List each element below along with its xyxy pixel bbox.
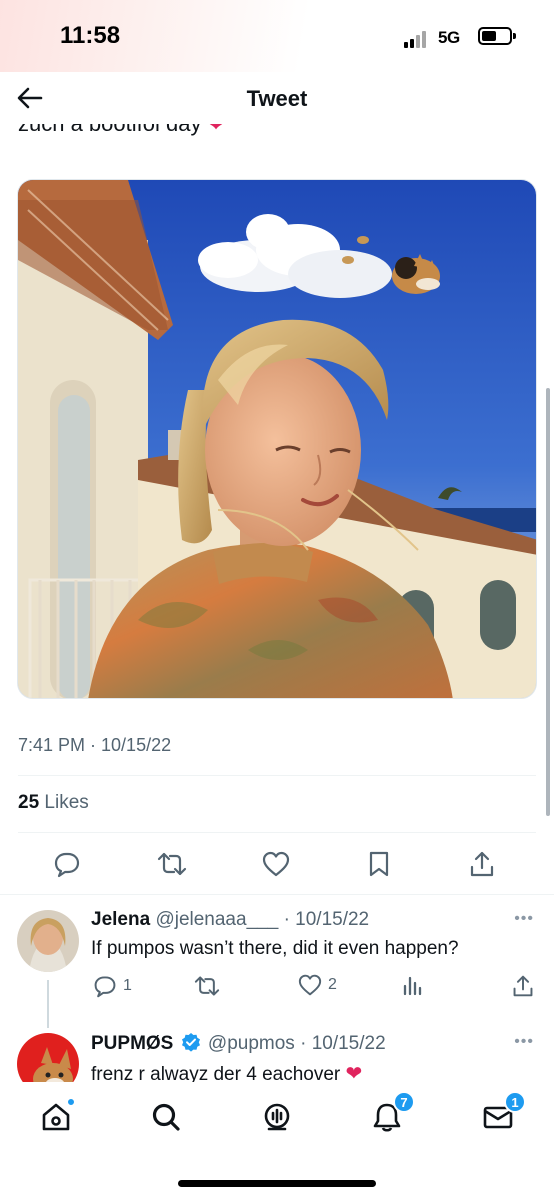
reply-author-name[interactable]: PUPMØS (91, 1033, 173, 1054)
status-time: 11:58 (60, 22, 121, 49)
tab-notifications[interactable]: 7 (367, 1091, 415, 1137)
bookmark-button[interactable] (362, 847, 396, 881)
tweet-timestamp: 7:41 PM · 10/15/22 (18, 735, 172, 755)
status-bar: 11:58 5G (0, 0, 554, 72)
scrollbar[interactable] (546, 388, 550, 816)
new-activity-dot (66, 1097, 76, 1107)
reply-button[interactable] (50, 847, 84, 881)
reply-like-count: 2 (328, 976, 337, 993)
reply-like-button[interactable]: 2 (298, 974, 337, 996)
divider (18, 832, 536, 833)
more-button[interactable]: ••• (514, 910, 534, 928)
red-heart-emoji-icon: ❤ (207, 124, 225, 136)
reply-author-handle[interactable]: @jelenaaa___ (155, 909, 278, 930)
share-icon (513, 975, 533, 997)
top-bar: Tweet (0, 72, 554, 124)
network-type: 5G (438, 28, 460, 47)
bookmark-icon (369, 851, 389, 877)
retweet-icon (194, 976, 220, 996)
reply-date: · 10/15/22 (283, 909, 370, 930)
tweet-text-body: zuch a bootifol day (18, 124, 201, 136)
tweet-actions (0, 847, 554, 881)
tweet-photo[interactable] (17, 179, 537, 699)
page-title: Tweet (246, 86, 308, 111)
search-icon (152, 1103, 180, 1131)
analytics-icon (403, 976, 422, 996)
divider (18, 775, 536, 776)
reply-reply-button[interactable]: 1 (93, 974, 132, 998)
reply-author-handle[interactable]: @pupmos (208, 1033, 295, 1054)
tab-messages[interactable]: 1 (478, 1091, 526, 1137)
reply-share-button[interactable] (512, 974, 534, 998)
reply-text: If pumpos wasn’t there, did it even happ… (91, 938, 459, 959)
avatar[interactable] (17, 910, 79, 972)
reply-reply-count: 1 (123, 977, 132, 994)
comment-icon (94, 976, 116, 998)
more-icon: ••• (514, 910, 534, 927)
reply-header: Jelena @jelenaaa___ · 10/15/22 (91, 909, 369, 931)
share-icon (470, 851, 494, 877)
notifications-badge: 7 (393, 1091, 415, 1113)
signal-icon (404, 30, 432, 48)
likes-count: 25 (18, 792, 40, 813)
reply-header: PUPMØS @pupmos · 10/15/22 (91, 1032, 386, 1055)
likes-count-link[interactable]: 25 Likes (18, 792, 89, 814)
reply-date: · 10/15/22 (300, 1033, 386, 1054)
retweet-icon (157, 852, 187, 876)
more-icon: ••• (514, 1033, 534, 1050)
tweet-text: zuch a bootifol day ❤ (18, 124, 224, 137)
heart-icon (262, 851, 290, 877)
tab-search[interactable] (146, 1097, 186, 1137)
likes-label: Likes (44, 792, 89, 813)
battery-icon (478, 27, 516, 45)
reply-analytics-button[interactable] (402, 974, 424, 996)
divider (0, 894, 554, 895)
thread-line (47, 980, 49, 1028)
retweet-button[interactable] (155, 847, 189, 881)
reply-retweet-button[interactable] (194, 974, 220, 998)
comment-icon (54, 852, 80, 878)
spaces-icon (264, 1103, 290, 1131)
like-button[interactable] (259, 847, 293, 881)
share-button[interactable] (465, 847, 499, 881)
messages-badge: 1 (504, 1091, 526, 1113)
verified-badge-icon (181, 1033, 200, 1052)
tab-home[interactable] (36, 1097, 76, 1137)
heart-icon (298, 974, 322, 996)
more-button[interactable]: ••• (514, 1033, 534, 1051)
home-indicator (178, 1180, 376, 1187)
tweet-text-container: zuch a bootifol day ❤ (18, 124, 538, 146)
tab-spaces[interactable] (257, 1097, 297, 1137)
reply-author-name[interactable]: Jelena (91, 909, 150, 930)
